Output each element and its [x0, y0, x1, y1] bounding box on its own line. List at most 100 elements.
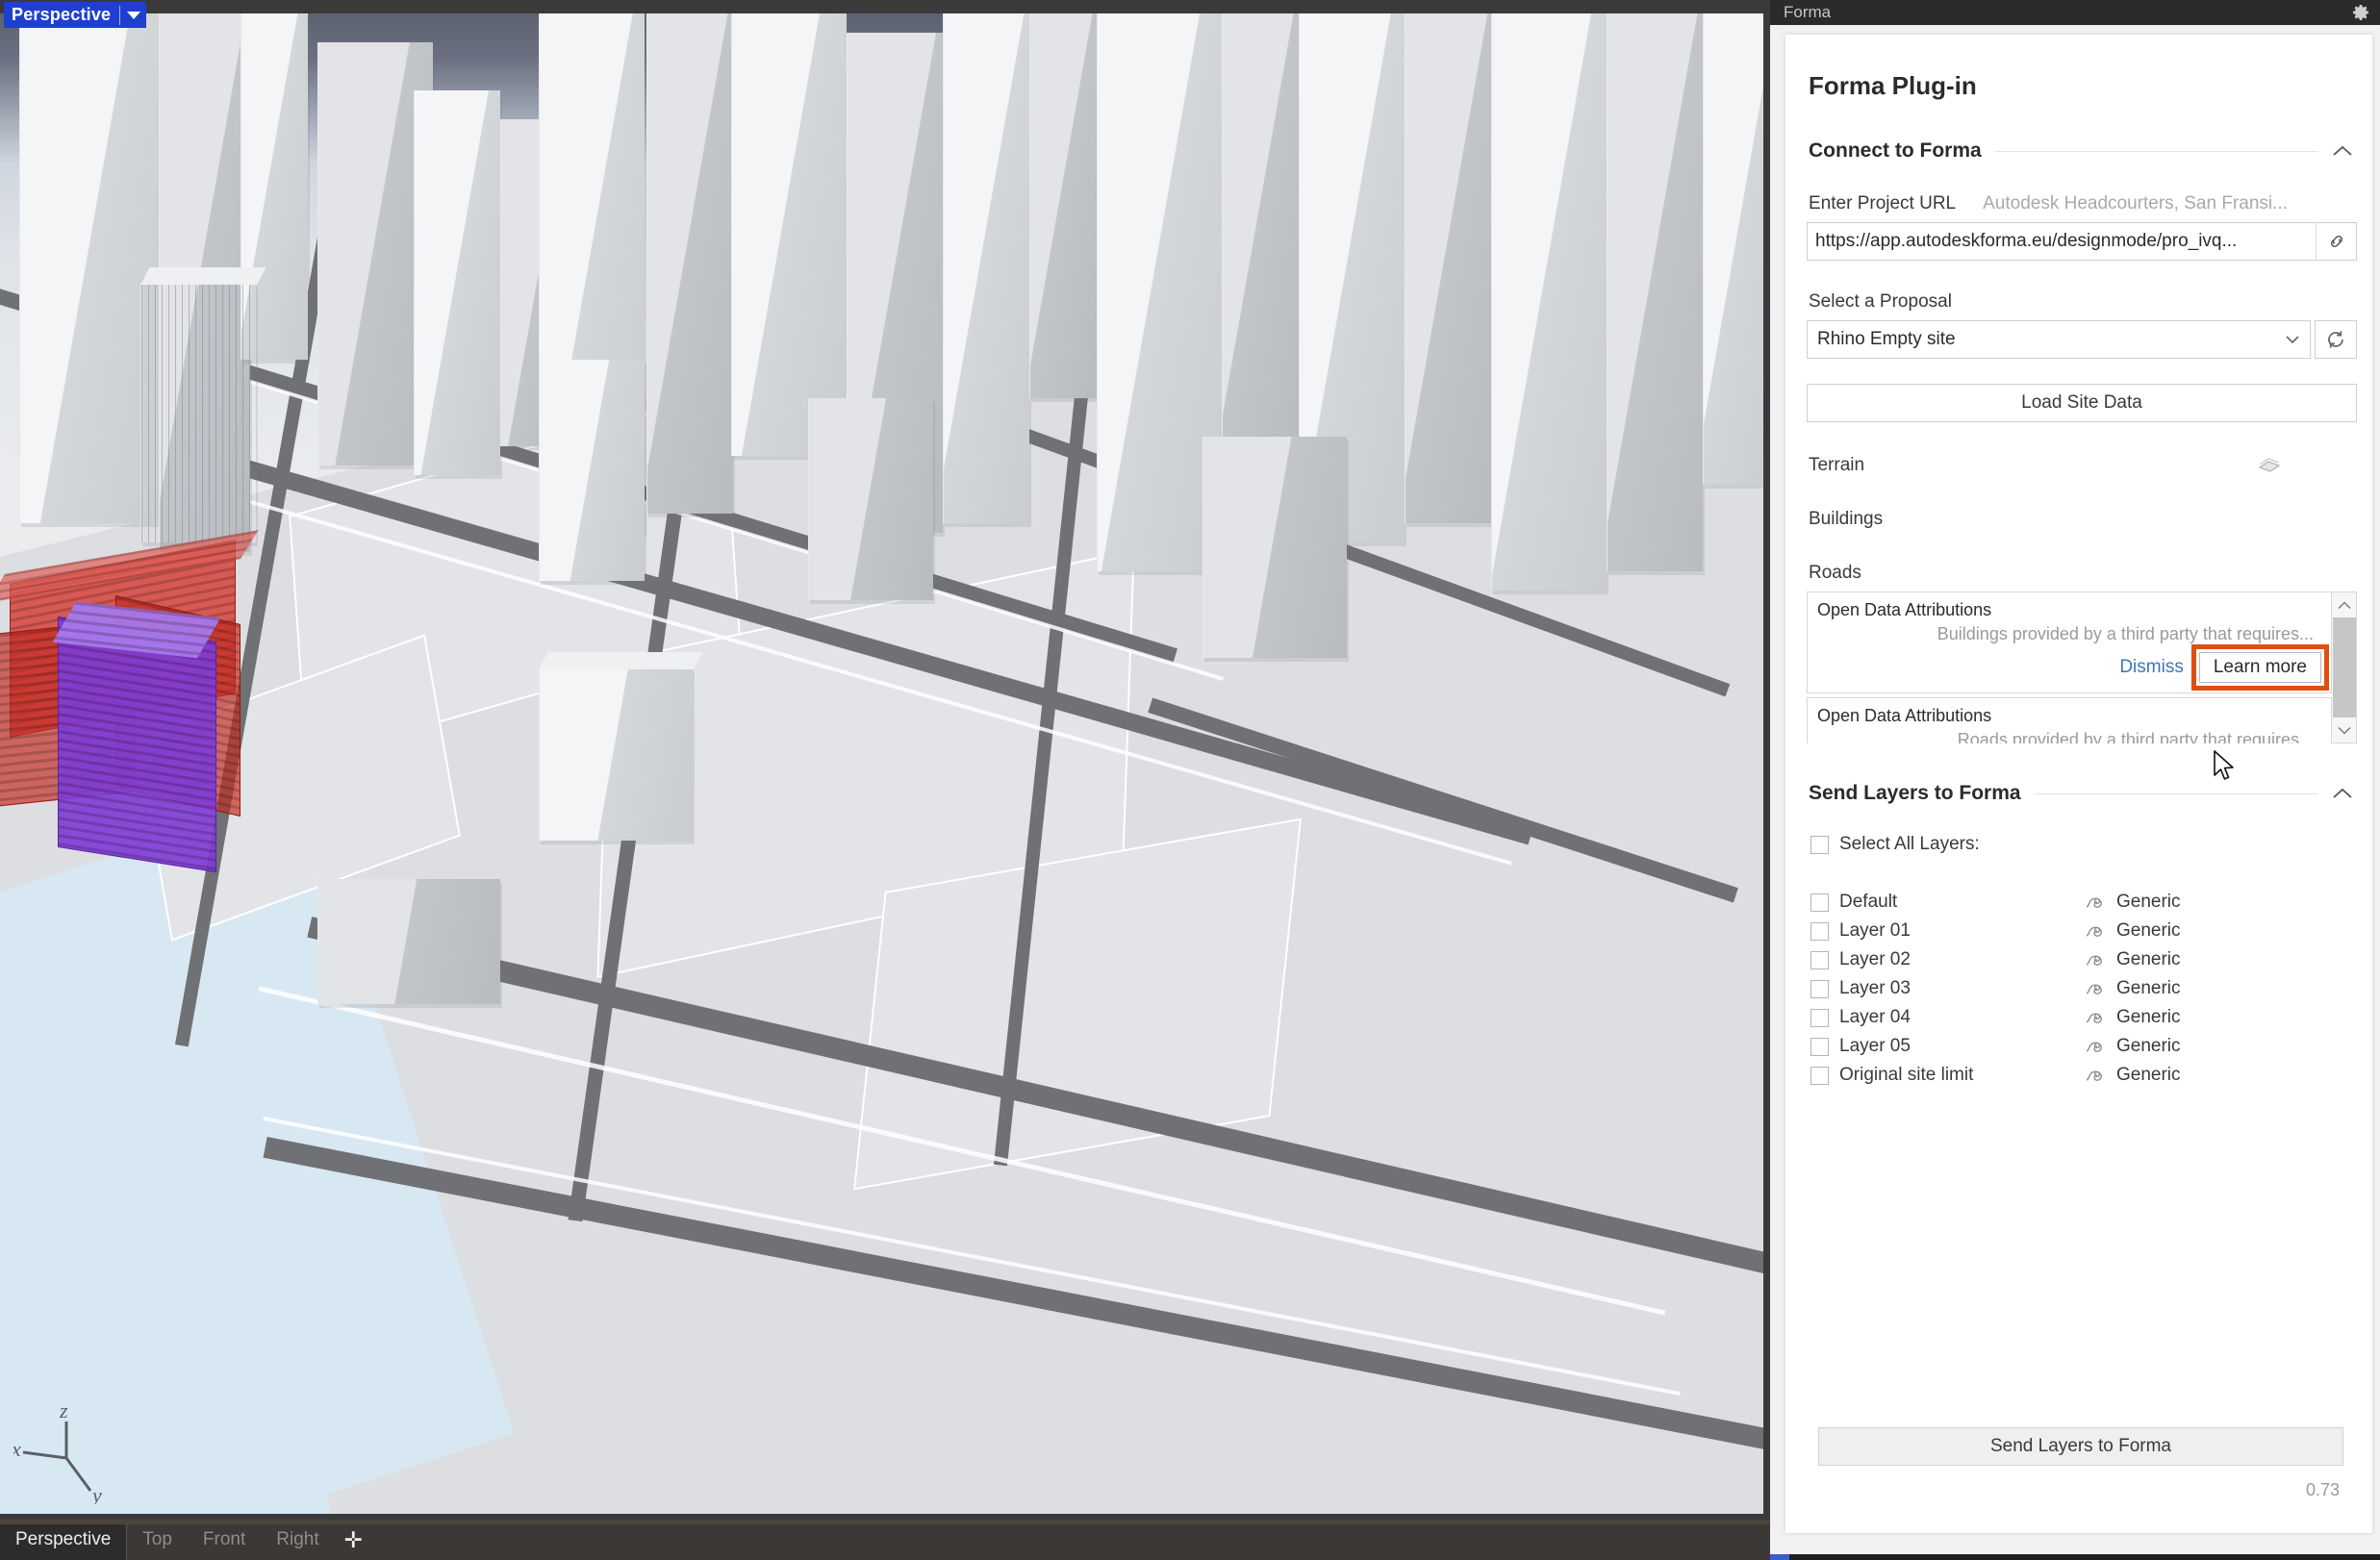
tab-label: Right	[276, 1529, 319, 1549]
building	[1607, 13, 1703, 571]
attribution-title: Open Data Attributions	[1817, 600, 1992, 619]
layer-row[interactable]: Default Generic	[1810, 888, 2355, 917]
section-send-layers-to-forma[interactable]: Send Layers to Forma	[1805, 782, 2359, 805]
layer-type: Generic	[2116, 949, 2181, 969]
divider	[1994, 150, 2318, 152]
proposal-value: Rhino Empty site	[1817, 329, 1956, 349]
building	[943, 13, 1029, 523]
attribution-title: Open Data Attributions	[1817, 706, 1992, 725]
select-all-layers-row[interactable]: Select All Layers:	[1810, 834, 2355, 855]
send-layers-to-forma-button[interactable]: Send Layers to Forma	[1818, 1427, 2343, 1466]
building	[539, 652, 703, 841]
viewport-label[interactable]: Perspective	[4, 2, 147, 28]
3d-scene[interactable]	[0, 13, 1763, 1514]
version-label: 0.73	[2305, 1480, 2340, 1499]
project-url-value[interactable]: https://app.autodeskforma.eu/designmode/…	[1808, 223, 2316, 260]
tag-icon	[2082, 893, 2107, 911]
viewport-tab-right[interactable]: Right	[261, 1520, 334, 1560]
section-connect-to-forma[interactable]: Connect to Forma	[1805, 139, 2359, 163]
attribution-description: Roads provided by a third party that req…	[1957, 730, 2314, 743]
load-site-data-button[interactable]: Load Site Data	[1807, 384, 2357, 422]
data-layer-label: Terrain	[1809, 455, 1865, 475]
attributions-panel: Open Data Attributions Buildings provide…	[1807, 591, 2357, 743]
tag-icon	[2082, 951, 2107, 969]
layers-eye-icon[interactable]	[2255, 455, 2284, 476]
layer-checkbox[interactable]	[1810, 1066, 1829, 1085]
section-title: Connect to Forma	[1809, 139, 1982, 162]
layer-name: Layer 04	[1839, 1007, 1911, 1027]
building-striped	[140, 267, 266, 542]
data-layer-buildings[interactable]: Buildings	[1809, 509, 2355, 530]
layer-row[interactable]: Original site limit Generic	[1810, 1061, 2355, 1090]
data-layer-label: Buildings	[1809, 509, 1884, 529]
layer-name: Layer 05	[1839, 1036, 1911, 1056]
layer-type: Generic	[2116, 1007, 2181, 1027]
attribution-actions: Dismiss Learn more	[1817, 644, 2330, 691]
layer-row[interactable]: Layer 03 Generic	[1810, 974, 2355, 1003]
layer-row[interactable]: Layer 05 Generic	[1810, 1032, 2355, 1061]
rhino-viewport[interactable]: Perspective z x y Perspective Top Front …	[0, 0, 1770, 1560]
proposal-select[interactable]: Rhino Empty site	[1807, 320, 2311, 359]
scrollbar-thumb[interactable]	[2332, 617, 2356, 717]
axis-z-label: z	[59, 1398, 68, 1422]
project-url-input[interactable]: https://app.autodeskforma.eu/designmode/…	[1807, 222, 2357, 261]
layer-checkbox[interactable]	[1810, 950, 1829, 969]
chevron-down-icon[interactable]	[2338, 717, 2351, 742]
building	[808, 398, 933, 600]
layer-checkbox[interactable]	[1810, 921, 1829, 941]
plus-icon[interactable]: ✛	[335, 1528, 372, 1551]
forma-panel-content: Forma Plug-in Connect to Forma Enter Pro…	[1805, 35, 2359, 1533]
tag-icon	[2082, 980, 2107, 997]
layer-name: Default	[1839, 892, 1898, 912]
attribution-description: Buildings provided by a third party that…	[1937, 624, 2314, 643]
dismiss-link[interactable]: Dismiss	[2119, 657, 2184, 678]
viewport-tab-perspective[interactable]: Perspective	[0, 1520, 128, 1560]
project-url-hint: Autodesk Headcourters, San Fransi...	[1983, 193, 2288, 214]
layer-checkbox[interactable]	[1810, 1008, 1829, 1027]
layer-row[interactable]: Layer 02 Generic	[1810, 945, 2355, 974]
viewport-tab-top[interactable]: Top	[127, 1520, 188, 1560]
layer-checkbox[interactable]	[1810, 979, 1829, 998]
link-icon[interactable]	[2316, 223, 2356, 260]
layer-checkbox[interactable]	[1810, 1037, 1829, 1056]
building	[1222, 13, 1299, 456]
tag-icon	[2082, 1067, 2107, 1084]
send-layers-label: Send Layers to Forma	[1990, 1436, 2171, 1456]
attributions-scroller[interactable]: Open Data Attributions Buildings provide…	[1807, 591, 2332, 743]
layer-row[interactable]: Layer 04 Generic	[1810, 1003, 2355, 1032]
building	[1029, 13, 1097, 398]
layer-checkbox[interactable]	[1810, 893, 1829, 912]
proposal-label: Select a Proposal	[1809, 291, 1952, 312]
viewport-tab-front[interactable]: Front	[188, 1520, 261, 1560]
layer-name: Layer 03	[1839, 978, 1911, 998]
layer-row[interactable]: Layer 01 Generic	[1810, 917, 2355, 945]
viewport-label-text: Perspective	[12, 5, 112, 24]
data-layer-terrain[interactable]: Terrain	[1809, 455, 2355, 476]
chevron-up-icon[interactable]	[2338, 592, 2351, 617]
gear-icon[interactable]	[2351, 3, 2370, 22]
proposal-row: Select a Proposal	[1809, 291, 2355, 313]
building	[1491, 13, 1607, 591]
mouse-cursor	[2214, 750, 2234, 780]
divider	[119, 5, 121, 25]
forma-titlebar: Forma	[1770, 0, 2380, 25]
app-root: Perspective z x y Perspective Top Front …	[0, 0, 2380, 1560]
attributions-scrollbar[interactable]	[2332, 591, 2357, 743]
tab-label: Perspective	[15, 1529, 112, 1549]
select-all-checkbox[interactable]	[1810, 835, 1829, 854]
layer-type: Generic	[2116, 920, 2181, 941]
refresh-icon[interactable]	[2315, 320, 2357, 359]
learn-more-button[interactable]: Learn more	[2190, 644, 2330, 691]
tag-icon	[2082, 1009, 2107, 1026]
layer-name: Layer 02	[1839, 949, 1911, 969]
chevron-up-icon[interactable]	[2332, 787, 2353, 800]
building	[317, 879, 500, 1004]
data-layer-roads[interactable]: Roads	[1809, 563, 2355, 584]
axis-gizmo: z x y	[13, 1398, 102, 1504]
layer-name: Original site limit	[1839, 1065, 1974, 1085]
layer-type: Generic	[2116, 892, 2181, 912]
forma-window-title: Forma	[1784, 3, 1832, 21]
chevron-up-icon[interactable]	[2332, 144, 2353, 158]
divider	[2034, 793, 2318, 794]
chevron-down-icon[interactable]	[127, 11, 141, 19]
